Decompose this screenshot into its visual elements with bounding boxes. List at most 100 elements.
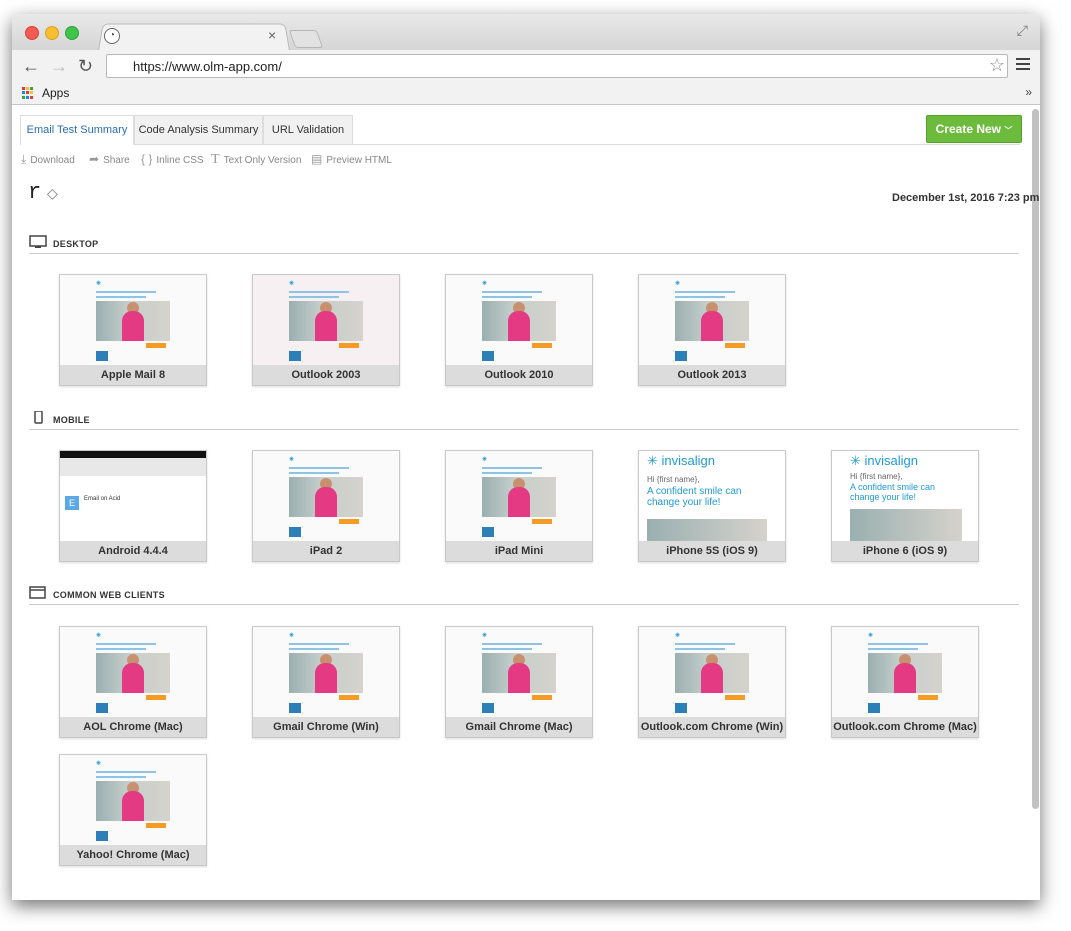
mini-headline-line — [289, 296, 339, 298]
client-label: Outlook 2003 — [253, 365, 399, 385]
close-window-button[interactable] — [25, 26, 39, 40]
client-label: iPhone 6 (iOS 9) — [832, 541, 978, 561]
email-preview-thumbnail: ✳ — [60, 275, 206, 365]
mini-blue-box — [96, 351, 108, 361]
mini-headline-line — [868, 643, 928, 645]
mini-blue-box — [289, 703, 301, 713]
inline-css-action[interactable]: { } Inline CSS — [141, 152, 204, 166]
client-card-apple-mail-8[interactable]: ✳ Apple Mail 8 — [59, 274, 207, 386]
mini-headline-line — [289, 648, 339, 650]
client-label: iPhone 5S (iOS 9) — [639, 541, 785, 561]
share-action[interactable]: ➦ Share — [89, 152, 130, 166]
chrome-menu-icon[interactable] — [1016, 58, 1030, 73]
reload-icon[interactable]: ↻ — [78, 56, 93, 76]
preview-icon: ▤ — [311, 152, 323, 166]
mini-logo: ✳ — [289, 280, 294, 287]
mini-blue-box — [482, 703, 494, 713]
mini-headline-line — [482, 296, 532, 298]
browser-window-icon — [29, 586, 46, 599]
mini-photo-person — [315, 311, 337, 341]
client-card-android[interactable]: E Email on Acid Android 4.4.4 — [59, 450, 207, 562]
email-preview-thumbnail: ✳ — [832, 627, 978, 717]
tab-url-validation[interactable]: URL Validation — [263, 115, 353, 144]
mini-headline-line — [482, 643, 542, 645]
android-sender-name: Email on Acid — [84, 496, 121, 502]
bookmarks-overflow-icon[interactable]: » — [1025, 85, 1032, 99]
mini-blue-box — [482, 527, 494, 537]
tab-email-test-summary[interactable]: Email Test Summary — [20, 115, 134, 145]
client-label: Apple Mail 8 — [60, 365, 206, 385]
braces-icon: { } — [141, 152, 153, 166]
mobile-section-header: MOBILE — [29, 411, 1019, 430]
client-card-outlook-2013[interactable]: ✳ Outlook 2013 — [638, 274, 786, 386]
mini-cta-button — [146, 343, 166, 348]
client-card-iphone-6[interactable]: ✳ invisalign Hi {first name}, A confiden… — [831, 450, 979, 562]
android-action-bar — [60, 458, 206, 476]
client-card-outlook-com-chrome-win[interactable]: ✳ Outlook.com Chrome (Win) — [638, 626, 786, 738]
mini-photo-person — [508, 663, 530, 693]
mini-logo: ✳ — [482, 632, 487, 639]
client-label: Outlook.com Chrome (Mac) — [832, 717, 978, 737]
email-preview-thumbnail: ✳ — [639, 627, 785, 717]
text-only-action[interactable]: T Text Only Version — [211, 152, 301, 168]
client-card-outlook-2003[interactable]: ✳ Outlook 2003 — [252, 274, 400, 386]
mini-headline-line — [289, 643, 349, 645]
new-tab-button[interactable] — [288, 30, 324, 48]
invisalign-brand-text: invisalign — [864, 453, 919, 468]
zoom-window-button[interactable] — [65, 26, 79, 40]
mini-logo: ✳ — [96, 280, 101, 287]
address-url[interactable]: https://www.olm-app.com/ — [133, 59, 282, 74]
client-card-gmail-chrome-win[interactable]: ✳ Gmail Chrome (Win) — [252, 626, 400, 738]
client-card-yahoo-chrome-mac[interactable]: ✳ Yahoo! Chrome (Mac) — [59, 754, 207, 866]
client-card-ipad-mini[interactable]: ✳ iPad Mini — [445, 450, 593, 562]
client-card-outlook-com-chrome-mac[interactable]: ✳ Outlook.com Chrome (Mac) — [831, 626, 979, 738]
download-action[interactable]: ⤓ Download — [21, 152, 75, 167]
email-preview-thumbnail: ✳ — [253, 627, 399, 717]
email-preview-thumbnail: ✳ — [446, 275, 592, 365]
client-card-outlook-2010[interactable]: ✳ Outlook 2010 — [445, 274, 593, 386]
create-new-button[interactable]: Create New ﹀ — [926, 115, 1022, 143]
client-card-aol-chrome-mac[interactable]: ✳ AOL Chrome (Mac) — [59, 626, 207, 738]
mini-headline-line — [289, 472, 339, 474]
tab-close-icon[interactable]: × — [268, 27, 276, 43]
mini-headline-line — [289, 467, 349, 469]
preview-html-action[interactable]: ▤ Preview HTML — [311, 152, 392, 166]
tag-icon[interactable]: ◇ — [47, 185, 58, 202]
apps-bookmark[interactable]: Apps — [42, 86, 69, 100]
mini-headline-line — [96, 648, 146, 650]
client-card-iphone-5s[interactable]: ✳ invisalign Hi {first name}, A confiden… — [638, 450, 786, 562]
mini-headline-line — [96, 771, 156, 773]
share-icon: ➦ — [89, 152, 100, 166]
mini-headline-line — [675, 643, 735, 645]
mini-photo-person — [315, 487, 337, 517]
email-greeting: Hi {first name}, — [850, 472, 903, 481]
invisalign-logo: ✳ invisalign — [850, 453, 918, 469]
tab-code-analysis-summary[interactable]: Code Analysis Summary — [134, 115, 263, 144]
mini-cta-button — [146, 823, 166, 828]
mini-logo: ✳ — [482, 280, 487, 287]
back-arrow-icon[interactable]: ← — [22, 56, 40, 76]
email-preview-thumbnail: ✳ invisalign Hi {first name}, A confiden… — [639, 451, 785, 541]
invisalign-brand-text: invisalign — [661, 453, 716, 468]
forward-arrow-icon[interactable]: → — [50, 56, 68, 76]
mini-cta-button — [532, 519, 552, 524]
client-card-gmail-chrome-mac[interactable]: ✳ Gmail Chrome (Mac) — [445, 626, 593, 738]
address-bar[interactable]: https://www.olm-app.com/ ☆ — [106, 54, 1008, 78]
download-icon: ⤓ — [21, 152, 27, 166]
inline-css-label: Inline CSS — [156, 155, 204, 166]
scrollbar[interactable] — [1032, 109, 1039, 809]
app-tabs: Email Test Summary Code Analysis Summary… — [20, 115, 1020, 145]
client-label: iPad 2 — [253, 541, 399, 561]
client-label: Gmail Chrome (Mac) — [446, 717, 592, 737]
fullscreen-icon[interactable]: ⤢ — [1017, 22, 1028, 39]
bookmark-star-icon[interactable]: ☆ — [989, 55, 1005, 76]
mini-blue-box — [289, 351, 301, 361]
mini-headline-line — [675, 291, 735, 293]
client-card-ipad-2[interactable]: ✳ iPad 2 — [252, 450, 400, 562]
mini-blue-box — [96, 831, 108, 841]
apps-grid-icon[interactable] — [22, 87, 34, 99]
minimize-window-button[interactable] — [45, 26, 59, 40]
email-preview-thumbnail: ✳ — [253, 275, 399, 365]
browser-tab[interactable] — [98, 23, 290, 51]
email-headline: A confident smile can change your life! — [850, 482, 936, 502]
